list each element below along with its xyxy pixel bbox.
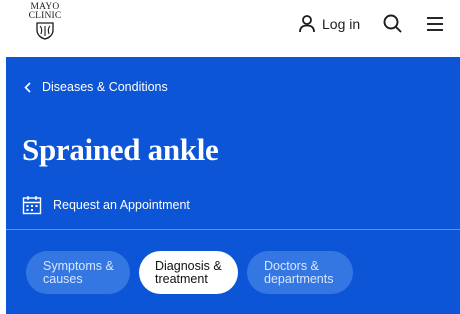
site-header: MAYO CLINIC Log in	[0, 0, 460, 57]
tab-label-line-1: Doctors &	[264, 258, 319, 273]
tab-label-line-2: departments	[264, 271, 334, 286]
request-appointment-label: Request an Appointment	[53, 198, 190, 212]
hero-divider	[6, 229, 460, 230]
login-label: Log in	[322, 16, 361, 32]
tab-label: Symptoms & causes	[43, 258, 114, 286]
page-title: Sprained ankle	[22, 132, 219, 167]
login-button[interactable]: Log in	[299, 13, 360, 35]
chevron-left-icon	[24, 81, 31, 93]
menu-button[interactable]	[424, 14, 446, 34]
tab-doctors-departments[interactable]: Doctors & departments	[247, 251, 353, 294]
logo-line-2: CLINIC	[28, 11, 62, 21]
breadcrumb-label: Diseases & Conditions	[42, 80, 168, 94]
search-icon	[383, 14, 402, 33]
tab-label-line-1: Diagnosis &	[155, 258, 222, 273]
tab-label: Diagnosis & treatment	[155, 258, 222, 286]
tab-label-line-2: treatment	[155, 271, 208, 286]
tab-symptoms-causes[interactable]: Symptoms & causes	[26, 251, 130, 294]
tab-label-line-1: Symptoms &	[43, 258, 114, 273]
tab-label: Doctors & departments	[264, 258, 334, 286]
search-button[interactable]	[381, 12, 405, 36]
breadcrumb-diseases-conditions[interactable]: Diseases & Conditions	[24, 80, 168, 94]
user-icon	[299, 15, 315, 33]
section-tabs: Symptoms & causes Diagnosis & treatment …	[26, 251, 353, 294]
tab-label-line-2: causes	[43, 271, 83, 286]
tab-diagnosis-treatment[interactable]: Diagnosis & treatment	[139, 251, 238, 294]
hero-banner: Diseases & Conditions Sprained ankle Req…	[6, 57, 460, 314]
calendar-icon	[22, 196, 42, 215]
mayo-clinic-logo[interactable]: MAYO CLINIC	[22, 2, 68, 40]
request-appointment-link[interactable]: Request an Appointment	[22, 195, 190, 215]
mayo-shield-icon	[36, 22, 54, 40]
hamburger-menu-icon	[427, 17, 443, 31]
